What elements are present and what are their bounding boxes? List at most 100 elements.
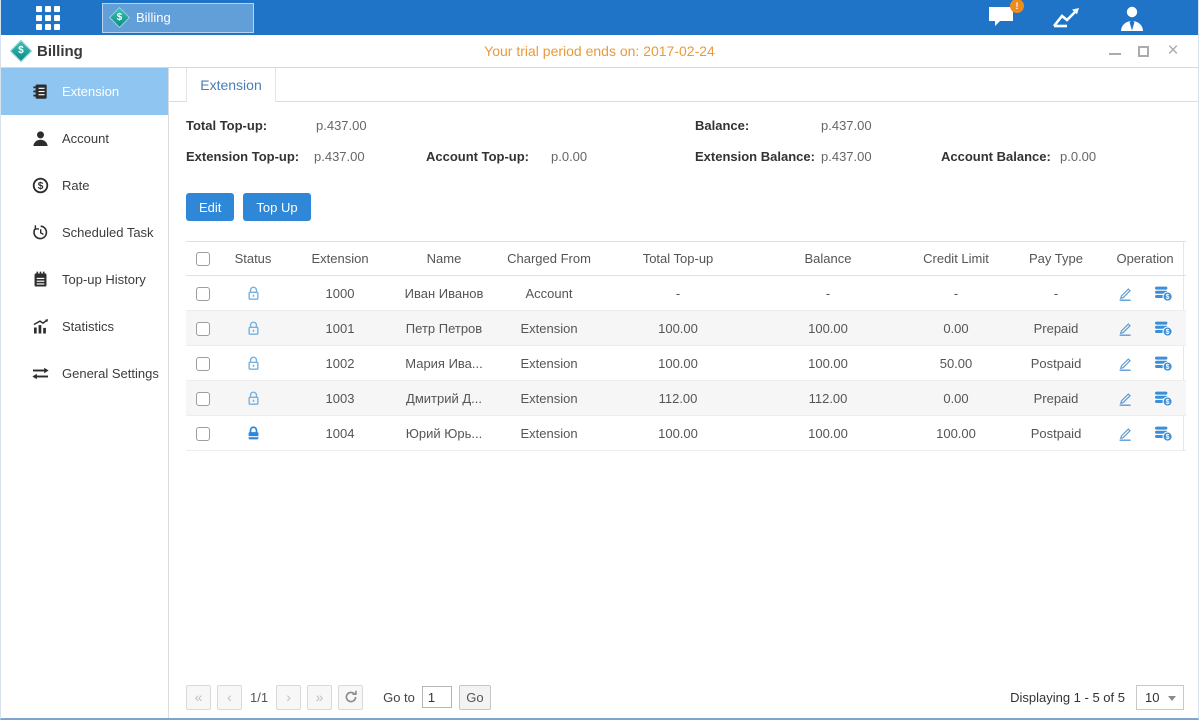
edit-pencil-icon[interactable] [1117,285,1134,302]
extension-topup-label: Extension Top-up: [186,149,299,164]
page-indicator: 1/1 [250,690,268,705]
account-topup-value: p.0.00 [551,149,587,164]
first-page-button[interactable]: « [186,685,211,710]
topup-coins-icon[interactable]: $ [1154,320,1173,337]
refresh-button[interactable] [338,685,363,710]
go-button[interactable]: Go [459,685,491,710]
next-page-button[interactable]: › [276,685,301,710]
maximize-icon[interactable] [1138,46,1149,57]
col-status: Status [220,242,286,276]
sidebar-item-label: Extension [62,84,119,99]
prev-page-button[interactable]: ‹ [217,685,242,710]
topup-coins-icon[interactable]: $ [1154,425,1173,442]
goto-label: Go to [383,690,415,705]
edit-button[interactable]: Edit [186,193,234,221]
clock-history-icon [32,224,49,241]
cell-name: Мария Ива... [394,346,494,381]
unlocked-icon[interactable] [245,390,262,407]
extension-balance-value: p.437.00 [821,149,872,164]
row-checkbox[interactable] [196,427,210,441]
svg-text:$: $ [38,181,44,192]
close-icon[interactable]: × [1166,44,1180,58]
unlocked-icon[interactable] [245,355,262,372]
sidebar-item-topup-history[interactable]: Top-up History [1,256,168,303]
balance-value: p.437.00 [821,118,872,133]
cell-extension: 1002 [286,346,394,381]
row-checkbox[interactable] [196,392,210,406]
sidebar-item-scheduled-task[interactable]: Scheduled Task [1,209,168,256]
topup-coins-icon[interactable]: $ [1154,390,1173,407]
svg-text:$: $ [1165,329,1169,336]
extension-table: Status Extension Name Charged From Total… [186,241,1186,451]
chat-icon[interactable]: ! [987,5,1016,30]
sidebar-item-rate[interactable]: $ Rate [1,162,168,209]
cell-pay-type: Prepaid [1008,311,1104,346]
last-page-button[interactable]: » [307,685,332,710]
edit-pencil-icon[interactable] [1117,320,1134,337]
titlebar: $ Billing Your trial period ends on: 201… [1,35,1198,68]
cell-balance: - [752,276,904,311]
goto-page-input[interactable] [422,686,452,708]
workspace: Extension Account $ Rate [1,68,1198,718]
taskbar: $ Billing ! [1,0,1198,35]
table-row: 1002 Мария Ива... Extension 100.00 100.0… [186,346,1186,381]
row-checkbox[interactable] [196,287,210,301]
col-charged-from: Charged From [494,242,604,276]
sidebar: Extension Account $ Rate [1,68,169,718]
displaying-text: Displaying 1 - 5 of 5 [1010,690,1125,705]
sidebar-item-account[interactable]: Account [1,115,168,162]
ledger-icon [32,83,49,100]
edit-pencil-icon[interactable] [1117,390,1134,407]
edit-pencil-icon[interactable] [1117,355,1134,372]
cell-extension: 1000 [286,276,394,311]
cell-extension: 1001 [286,311,394,346]
topup-coins-icon[interactable]: $ [1154,355,1173,372]
user-icon[interactable] [1118,5,1146,31]
pager-right: Displaying 1 - 5 of 5 10 [1010,685,1184,710]
top-up-button[interactable]: Top Up [243,193,310,221]
dollar-circle-icon: $ [32,177,49,194]
action-buttons: Edit Top Up [186,193,1198,221]
table-row: 1000 Иван Иванов Account - - - - [186,276,1186,311]
cell-credit-limit: 0.00 [904,381,1008,416]
cell-credit-limit: 50.00 [904,346,1008,381]
select-all-checkbox[interactable] [196,252,210,266]
table-row: 1001 Петр Петров Extension 100.00 100.00… [186,311,1186,346]
sidebar-item-extension[interactable]: Extension [1,68,168,115]
refresh-icon [344,690,358,704]
row-checkbox[interactable] [196,357,210,371]
minimize-icon[interactable] [1109,47,1121,55]
unlocked-icon[interactable] [245,320,262,337]
cell-name: Юрий Юрь... [394,416,494,451]
cell-name: Дмитрий Д... [394,381,494,416]
account-balance-label: Account Balance: [941,149,1051,164]
cell-charged-from: Extension [494,311,604,346]
tab-extension[interactable]: Extension [186,68,276,102]
topup-coins-icon[interactable]: $ [1154,285,1173,302]
app-grid-icon[interactable] [36,6,60,30]
extension-table-wrap: Status Extension Name Charged From Total… [186,241,1184,451]
cell-balance: 100.00 [752,311,904,346]
cell-pay-type: Postpaid [1008,416,1104,451]
sidebar-item-label: Scheduled Task [62,225,154,240]
resource-monitor-icon[interactable] [1052,6,1082,30]
page-size-select[interactable]: 10 [1136,685,1184,710]
sidebar-item-statistics[interactable]: Statistics [1,303,168,350]
col-pay-type: Pay Type [1008,242,1104,276]
edit-pencil-icon[interactable] [1117,425,1134,442]
billing-diamond-icon: $ [109,7,130,28]
svg-text:$: $ [1165,399,1169,406]
locked-icon[interactable] [245,425,262,442]
sidebar-item-general-settings[interactable]: General Settings [1,350,168,397]
cell-charged-from: Extension [494,381,604,416]
unlocked-icon[interactable] [245,285,262,302]
taskbar-item-billing[interactable]: $ Billing [102,3,254,33]
billing-diamond-icon: $ [10,40,33,63]
page-size-value: 10 [1145,690,1159,705]
cell-total-topup: 100.00 [604,346,752,381]
bar-chart-icon [32,318,49,335]
row-checkbox[interactable] [196,322,210,336]
pagination-bar: « ‹ 1/1 › » Go to Go Displaying 1 - 5 of… [169,680,1198,714]
summary-panel: Total Top-up: p.437.00 Balance: p.437.00… [169,102,1198,190]
cell-total-topup: - [604,276,752,311]
